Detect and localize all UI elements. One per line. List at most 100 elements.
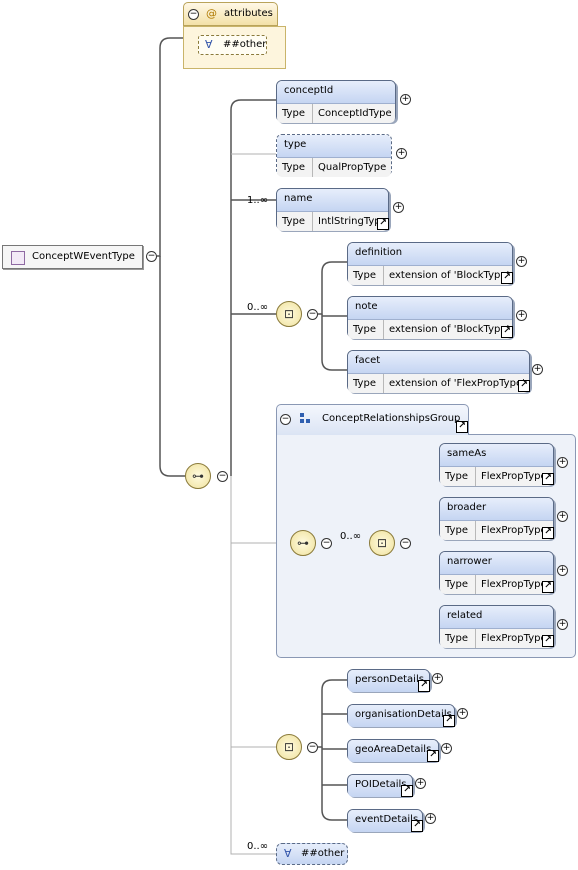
element-facet[interactable]: facet Type extension of 'FlexPropType' ↗: [347, 350, 530, 393]
element-name: narrower: [440, 552, 553, 575]
element-organisationdetails[interactable]: organisationDetails ↗: [347, 704, 455, 727]
sequence-icon[interactable]: ⊶: [185, 463, 211, 489]
any-icon: ∀: [205, 38, 213, 51]
element-note[interactable]: note Type extension of 'BlockType' ↗: [347, 296, 513, 339]
collapse-icon[interactable]: −: [188, 9, 199, 20]
element-broader[interactable]: broader Type FlexPropType ↗: [439, 497, 554, 540]
group-icon: [300, 413, 312, 425]
type-value: extension of 'BlockType': [389, 270, 510, 281]
element-type-row: Type FlexPropType: [440, 629, 553, 648]
type-value: IntlStringType: [318, 216, 387, 227]
element-definition[interactable]: definition Type extension of 'BlockType' …: [347, 242, 513, 285]
type-value: FlexPropType: [481, 579, 547, 590]
link-arrow-icon[interactable]: ↗: [411, 820, 423, 832]
type-key: Type: [440, 575, 476, 594]
type-key: Type: [277, 212, 313, 231]
expand-icon[interactable]: +: [393, 202, 404, 213]
type-value: ConceptIdType: [318, 108, 392, 119]
type-value: FlexPropType: [481, 471, 547, 482]
element-poidetails[interactable]: POIDetails ↗: [347, 774, 413, 797]
link-arrow-icon[interactable]: ↗: [542, 473, 554, 485]
link-arrow-icon[interactable]: ↗: [518, 380, 530, 392]
element-type-row: Type extension of 'FlexPropType': [348, 374, 529, 393]
complex-type-icon: [11, 251, 25, 265]
type-value: extension of 'FlexPropType': [389, 378, 525, 389]
expand-icon[interactable]: +: [400, 94, 411, 105]
expand-icon[interactable]: +: [457, 708, 468, 719]
element-type-row: Type ConceptIdType: [277, 104, 395, 123]
link-arrow-icon[interactable]: ↗: [456, 421, 468, 433]
type-key: Type: [348, 266, 384, 285]
choice-icon[interactable]: ⊡: [369, 530, 395, 556]
root-label: ConceptWEventType: [32, 251, 135, 262]
element-type[interactable]: type Type QualPropType: [276, 134, 392, 177]
element-geoareadetails[interactable]: geoAreaDetails ↗: [347, 739, 439, 762]
expand-icon[interactable]: +: [557, 457, 568, 468]
link-arrow-icon[interactable]: ↗: [542, 581, 554, 593]
expand-icon[interactable]: +: [532, 364, 543, 375]
element-persondetails[interactable]: personDetails ↗: [347, 669, 430, 692]
collapse-icon[interactable]: −: [400, 538, 411, 549]
expand-icon[interactable]: +: [432, 673, 443, 684]
type-key: Type: [440, 521, 476, 540]
type-key: Type: [348, 374, 384, 393]
expand-icon[interactable]: +: [415, 778, 426, 789]
element-name: personDetails: [348, 670, 429, 692]
element-name: geoAreaDetails: [348, 740, 438, 762]
type-value: FlexPropType: [481, 633, 547, 644]
link-arrow-icon[interactable]: ↗: [418, 680, 430, 692]
root-complex-type[interactable]: ConceptWEventType: [2, 245, 143, 269]
expand-icon[interactable]: +: [396, 148, 407, 159]
any-element-label: ##other: [301, 848, 345, 859]
link-arrow-icon[interactable]: ↗: [427, 750, 439, 762]
collapse-icon[interactable]: −: [307, 309, 318, 320]
element-type-row: Type FlexPropType: [440, 575, 553, 594]
collapse-icon[interactable]: −: [146, 251, 157, 262]
any-icon: ∀: [284, 847, 292, 860]
choice-icon[interactable]: ⊡: [276, 734, 302, 760]
expand-icon[interactable]: +: [516, 310, 527, 321]
collapse-icon[interactable]: −: [307, 742, 318, 753]
type-key: Type: [440, 467, 476, 486]
element-name-item[interactable]: name Type IntlStringType ↗: [276, 188, 389, 231]
link-arrow-icon[interactable]: ↗: [501, 326, 513, 338]
group-header[interactable]: − ConceptRelationshipsGroup ↗: [276, 404, 469, 435]
type-value: extension of 'BlockType': [389, 324, 510, 335]
attributes-label: attributes: [224, 8, 273, 19]
element-name: facet: [348, 351, 529, 374]
expand-icon[interactable]: +: [557, 511, 568, 522]
link-arrow-icon[interactable]: ↗: [542, 527, 554, 539]
choice-icon[interactable]: ⊡: [276, 301, 302, 327]
collapse-icon[interactable]: −: [321, 538, 332, 549]
element-conceptid[interactable]: conceptId Type ConceptIdType: [276, 80, 396, 123]
element-name: organisationDetails: [348, 705, 454, 727]
type-key: Type: [277, 158, 313, 177]
link-arrow-icon[interactable]: ↗: [401, 785, 413, 797]
element-name: definition: [348, 243, 512, 266]
collapse-icon[interactable]: −: [217, 471, 228, 482]
element-sameas[interactable]: sameAs Type FlexPropType ↗: [439, 443, 554, 486]
cardinality-label: 0..∞: [247, 302, 269, 313]
type-value: FlexPropType: [481, 525, 547, 536]
link-arrow-icon[interactable]: ↗: [443, 715, 455, 727]
element-eventdetails[interactable]: eventDetails ↗: [347, 809, 423, 832]
attributes-header[interactable]: − @ attributes: [183, 2, 278, 26]
any-element[interactable]: ∀ ##other: [276, 843, 348, 865]
expand-icon[interactable]: +: [516, 256, 527, 267]
link-arrow-icon[interactable]: ↗: [377, 218, 389, 230]
element-related[interactable]: related Type FlexPropType ↗: [439, 605, 554, 648]
collapse-icon[interactable]: −: [280, 414, 291, 425]
attribute-at-icon: @: [206, 7, 217, 20]
any-attribute[interactable]: ∀ ##other: [198, 35, 267, 55]
expand-icon[interactable]: +: [425, 813, 436, 824]
expand-icon[interactable]: +: [441, 743, 452, 754]
sequence-icon[interactable]: ⊶: [290, 530, 316, 556]
expand-icon[interactable]: +: [557, 565, 568, 576]
expand-icon[interactable]: +: [557, 619, 568, 630]
cardinality-label: 1..∞: [247, 195, 269, 206]
element-narrower[interactable]: narrower Type FlexPropType ↗: [439, 551, 554, 594]
link-arrow-icon[interactable]: ↗: [542, 635, 554, 647]
cardinality-label: 0..∞: [340, 531, 362, 542]
element-name: broader: [440, 498, 553, 521]
link-arrow-icon[interactable]: ↗: [501, 272, 513, 284]
